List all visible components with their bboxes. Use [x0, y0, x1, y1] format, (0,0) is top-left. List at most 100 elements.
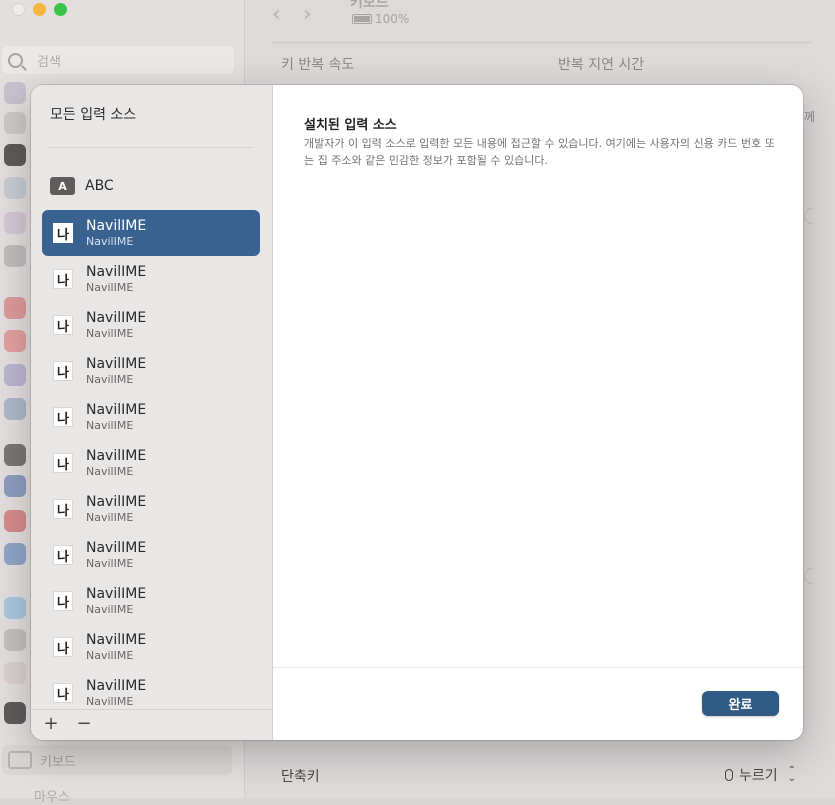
sidebar-app-icon[interactable] — [4, 144, 26, 166]
input-source-item[interactable]: 나 NavilIME NavilIME — [42, 348, 260, 394]
sidebar-app-icon[interactable] — [4, 662, 26, 684]
input-sources-sheet: 모든 입력 소스 A ABC 나 NavilIME NavilIME 나 NavilIM… — [31, 85, 803, 740]
sidebar-app-icon[interactable] — [4, 364, 26, 386]
input-source-name: NavilIME — [86, 586, 147, 602]
input-source-subtitle: NavilIME — [86, 511, 134, 524]
slider-knob — [804, 208, 813, 224]
battery-percent: 100% — [375, 12, 410, 26]
sidebar-item-keyboard[interactable]: 키보드 — [2, 745, 232, 775]
sidebar-app-icon[interactable] — [4, 597, 26, 619]
add-button[interactable]: + — [41, 713, 61, 734]
navilime-icon: 나 — [53, 453, 73, 473]
input-source-subtitle: NavilIME — [86, 557, 134, 570]
battery-indicator: 100% — [352, 12, 409, 26]
sidebar-app-icon[interactable] — [4, 297, 26, 319]
sidebar-item-mouse[interactable]: 마우스 — [34, 786, 70, 805]
input-source-item[interactable]: 나 NavilIME NavilIME — [42, 302, 260, 348]
search-placeholder: 검색 — [37, 54, 61, 70]
keyboard-icon — [8, 751, 32, 769]
input-source-item[interactable]: 나 NavilIME NavilIME — [42, 578, 260, 624]
navilime-icon: 나 — [53, 637, 73, 657]
input-source-subtitle: NavilIME — [86, 649, 134, 662]
sidebar-app-icon[interactable] — [4, 112, 26, 134]
navilime-icon: 나 — [53, 223, 73, 243]
input-source-subtitle: NavilIME — [86, 419, 134, 432]
sidebar-app-icon[interactable] — [4, 629, 26, 651]
input-source-name: NavilIME — [86, 494, 147, 510]
battery-icon — [352, 14, 372, 24]
remove-button[interactable]: − — [74, 713, 94, 734]
input-source-abc[interactable]: A ABC — [50, 177, 114, 195]
sidebar-app-icon[interactable] — [4, 330, 26, 352]
navigation-arrows: ‹› — [272, 2, 334, 27]
forward-arrow-icon[interactable]: › — [303, 2, 334, 27]
sidebar-title: 모든 입력 소스 — [50, 107, 137, 123]
input-source-name: NavilIME — [86, 402, 147, 418]
navilime-icon: 나 — [53, 499, 73, 519]
microphone-icon — [725, 769, 733, 781]
input-source-subtitle: NavilIME — [86, 373, 134, 386]
input-source-name: NavilIME — [86, 356, 147, 372]
input-source-subtitle: NavilIME — [86, 603, 134, 616]
input-source-item[interactable]: 나 NavilIME NavilIME — [42, 440, 260, 486]
done-button[interactable]: 완료 — [702, 691, 779, 716]
divider — [273, 667, 803, 668]
input-source-name: NavilIME — [86, 632, 147, 648]
input-source-name: NavilIME — [86, 310, 147, 326]
navilime-icon: 나 — [53, 269, 73, 289]
key-repeat-label: 키 반복 속도 — [281, 57, 355, 73]
input-source-item[interactable]: 나 NavilIME NavilIME — [42, 532, 260, 578]
content-description: 개발자가 이 입력 소스로 입력한 모든 내용에 접근할 수 있습니다. 여기에… — [304, 137, 775, 167]
sidebar-app-icon[interactable] — [4, 177, 26, 199]
input-source-item[interactable]: 나 NavilIME NavilIME — [42, 394, 260, 440]
sidebar-app-icon[interactable] — [4, 702, 26, 724]
input-source-item[interactable]: 나 NavilIME NavilIME — [42, 670, 260, 708]
divider — [272, 42, 812, 43]
navilime-icon: 나 — [53, 407, 73, 427]
search-input[interactable]: 검색 — [2, 46, 234, 74]
dictation-shortcut-value: 누르기 — [739, 768, 778, 784]
input-source-name: NavilIME — [86, 678, 147, 694]
back-arrow-icon[interactable]: ‹ — [272, 2, 303, 27]
input-source-subtitle: NavilIME — [86, 327, 134, 340]
sidebar-app-icon[interactable] — [4, 398, 26, 420]
abc-icon: A — [50, 177, 75, 195]
sidebar-app-icon[interactable] — [4, 82, 26, 104]
sidebar-footer: + − — [31, 709, 272, 740]
input-source-name: NavilIME — [86, 264, 147, 280]
content-title: 설치된 입력 소스 — [304, 118, 397, 133]
dictation-shortcut-select[interactable]: 누르기 ⌃ ⌄ — [725, 765, 796, 785]
input-source-item[interactable]: 나 NavilIME NavilIME — [42, 256, 260, 302]
input-source-subtitle: NavilIME — [86, 465, 134, 478]
updown-chevron-icon: ⌃ ⌄ — [787, 765, 797, 784]
sidebar-app-icon[interactable] — [4, 510, 26, 532]
input-source-name: NavilIME — [86, 540, 147, 556]
zoom-window-button[interactable] — [54, 3, 67, 16]
sidebar-app-icon[interactable] — [4, 444, 26, 466]
repeat-delay-label: 반복 지연 시간 — [558, 57, 645, 73]
navilime-icon: 나 — [53, 591, 73, 611]
navilime-icon: 나 — [53, 545, 73, 565]
input-source-subtitle: NavilIME — [86, 281, 134, 294]
input-sources-sidebar: 모든 입력 소스 A ABC 나 NavilIME NavilIME 나 NavilIM… — [31, 85, 273, 740]
navilime-icon: 나 — [53, 361, 73, 381]
minimize-window-button[interactable] — [33, 3, 46, 16]
input-source-item[interactable]: 나 NavilIME NavilIME — [42, 486, 260, 532]
sidebar-app-icon[interactable] — [4, 475, 26, 497]
right-edge-text: 께 — [804, 110, 816, 124]
shortcuts-label: 단축키 — [281, 769, 320, 785]
sidebar-app-icon[interactable] — [4, 543, 26, 565]
input-source-item[interactable]: 나 NavilIME NavilIME — [42, 210, 260, 256]
input-source-list[interactable]: 나 NavilIME NavilIME 나 NavilIME NavilIME 나 Navil… — [42, 210, 260, 708]
input-source-subtitle: NavilIME — [86, 235, 134, 248]
navilime-icon: 나 — [53, 315, 73, 335]
sidebar-app-icon[interactable] — [4, 245, 26, 267]
sidebar-item-label: 키보드 — [40, 754, 76, 770]
window-controls — [12, 3, 67, 16]
input-source-name: NavilIME — [86, 218, 147, 234]
navilime-icon: 나 — [53, 683, 73, 703]
close-window-button[interactable] — [12, 3, 25, 16]
sidebar-app-icon[interactable] — [4, 212, 26, 234]
slider-knob — [804, 568, 813, 584]
input-source-item[interactable]: 나 NavilIME NavilIME — [42, 624, 260, 670]
